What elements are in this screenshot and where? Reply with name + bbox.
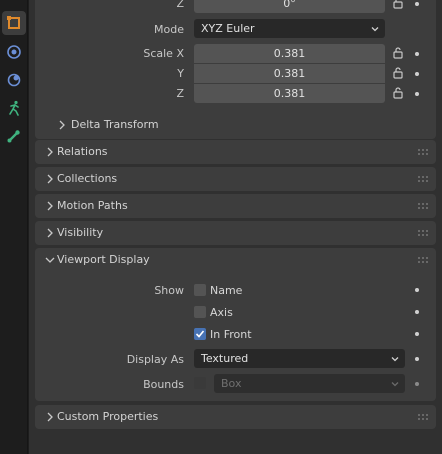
scale-x-field[interactable]: 0.381 <box>194 44 385 63</box>
bone-icon <box>7 130 20 143</box>
keyframe-dot[interactable] <box>415 310 419 314</box>
in-front-checkbox[interactable] <box>194 328 206 340</box>
lock-icon[interactable] <box>392 87 404 99</box>
bounds-type-select[interactable]: Box <box>214 374 405 393</box>
tab-object-data[interactable] <box>2 96 26 120</box>
drag-handle-icon[interactable] <box>418 176 430 182</box>
display-as-value: Textured <box>201 352 249 365</box>
display-as-select[interactable]: Textured <box>194 349 405 368</box>
display-as-label: Display As <box>126 353 184 366</box>
drag-handle-icon[interactable] <box>418 414 430 420</box>
chevron-right-icon <box>47 174 53 184</box>
scale-z-label: Z <box>176 87 184 100</box>
scale-x-label: Scale X <box>143 47 184 60</box>
chevron-right-icon <box>47 147 53 157</box>
tab-bone[interactable] <box>2 124 26 148</box>
drag-handle-icon[interactable] <box>418 149 430 155</box>
show-axis-label: Axis <box>210 306 233 319</box>
delta-transform-subpanel[interactable]: Delta Transform <box>35 113 436 137</box>
constraints-icon <box>7 73 21 87</box>
rotation-z-field[interactable]: 0° <box>194 0 385 13</box>
show-name-checkbox[interactable] <box>194 284 206 296</box>
collections-panel[interactable]: Collections <box>35 167 436 191</box>
viewport-display-title: Viewport Display <box>57 253 150 266</box>
scale-y-field[interactable]: 0.381 <box>194 64 385 83</box>
chevron-right-icon <box>59 120 65 130</box>
mode-label: Mode <box>154 23 184 36</box>
visibility-title: Visibility <box>57 226 104 239</box>
lock-icon[interactable] <box>392 0 404 9</box>
drag-handle-icon[interactable] <box>418 257 430 263</box>
lock-icon[interactable] <box>392 67 404 79</box>
rotation-mode-select[interactable]: XYZ Euler <box>194 19 385 38</box>
keyframe-dot[interactable] <box>415 357 419 361</box>
collections-title: Collections <box>57 172 118 185</box>
show-axis-checkbox[interactable] <box>194 306 206 318</box>
properties-tab-strip <box>0 0 28 454</box>
keyframe-dot[interactable] <box>415 2 419 6</box>
in-front-label: In Front <box>210 328 252 341</box>
scale-y-label: Y <box>177 67 184 80</box>
chevron-right-icon <box>47 228 53 238</box>
drag-handle-icon[interactable] <box>418 203 430 209</box>
keyframe-dot[interactable] <box>415 52 419 56</box>
bounds-label: Bounds <box>143 378 184 391</box>
bounds-type-value: Box <box>221 377 242 390</box>
delta-transform-label: Delta Transform <box>71 118 159 131</box>
chevron-right-icon <box>47 201 53 211</box>
running-figure-icon <box>9 100 19 116</box>
show-name-label: Name <box>210 284 243 297</box>
rotation-mode-value: XYZ Euler <box>201 22 255 35</box>
show-label: Show <box>154 284 184 297</box>
object-icon <box>7 16 20 29</box>
visibility-panel[interactable]: Visibility <box>35 221 436 245</box>
checkmark-icon <box>195 330 205 338</box>
keyframe-dot[interactable] <box>415 288 419 292</box>
properties-editor: Z 0° Mode XYZ Euler Scale X 0.381 Y 0.38… <box>29 0 442 454</box>
relations-panel[interactable]: Relations <box>35 140 436 164</box>
chevron-right-icon <box>47 412 53 422</box>
keyframe-dot[interactable] <box>415 332 419 336</box>
custom-properties-panel[interactable]: Custom Properties <box>35 405 436 429</box>
keyframe-dot[interactable] <box>415 92 419 96</box>
chevron-down-icon <box>45 257 55 263</box>
bounds-checkbox[interactable] <box>194 377 206 389</box>
rotation-z-label: Z <box>176 0 184 10</box>
viewport-display-header[interactable]: Viewport Display <box>35 248 436 272</box>
keyframe-dot[interactable] <box>415 72 419 76</box>
lock-icon[interactable] <box>392 47 404 59</box>
tab-constraints[interactable] <box>2 68 26 92</box>
chevron-down-icon <box>371 27 379 32</box>
drag-handle-icon[interactable] <box>418 230 430 236</box>
physics-icon <box>7 45 21 59</box>
scale-z-field[interactable]: 0.381 <box>194 84 385 103</box>
tab-object[interactable] <box>2 11 26 35</box>
keyframe-dot[interactable] <box>415 382 419 386</box>
relations-title: Relations <box>57 145 108 158</box>
motion-paths-title: Motion Paths <box>57 199 128 212</box>
motion-paths-panel[interactable]: Motion Paths <box>35 194 436 218</box>
custom-properties-title: Custom Properties <box>57 410 159 423</box>
chevron-down-icon <box>391 357 399 362</box>
tab-physics[interactable] <box>2 40 26 64</box>
chevron-down-icon <box>391 382 399 387</box>
